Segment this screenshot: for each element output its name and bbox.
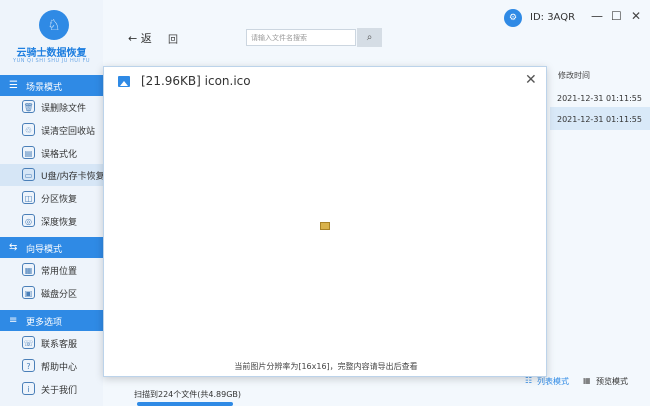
- recycle-icon: ♲: [22, 123, 35, 136]
- trash-icon: 🗑: [22, 100, 35, 113]
- table-cell-modified: 2021-12-31 01:11:55: [557, 115, 642, 124]
- nav-item-help-center[interactable]: ? 帮助中心: [0, 355, 103, 377]
- search-icon[interactable]: ⌕: [357, 28, 382, 47]
- list-icon: ☰: [9, 80, 18, 91]
- knight-logo-icon: ♘: [39, 10, 69, 40]
- sidebar: ♘ 云骑士数据恢复 YUN QI SHI SHU JU HUI FU ☰ 场景模…: [0, 0, 105, 406]
- image-preview-dialog: [21.96KB] icon.ico ✕ 当前图片分辨率为[16x16]，完整内…: [103, 66, 547, 377]
- nav-label: U盘/内存卡恢复: [41, 172, 105, 182]
- nav-label: 帮助中心: [41, 363, 78, 373]
- image-icon: [118, 76, 130, 87]
- nav-label: 误格式化: [41, 150, 78, 160]
- search-input[interactable]: 请输入文件名搜索: [246, 29, 356, 46]
- disk-icon: ▣: [22, 286, 35, 299]
- list-mode-button[interactable]: 列表模式: [537, 376, 569, 387]
- search-placeholder: 请输入文件名搜索: [251, 34, 307, 42]
- column-header-modified[interactable]: 修改时间: [558, 70, 590, 81]
- location-icon: ▦: [22, 263, 35, 276]
- format-icon: ▤: [22, 146, 35, 159]
- resolution-note: 当前图片分辨率为[16x16]，完整内容请导出后查看: [234, 362, 418, 371]
- nav-item-recycle-bin[interactable]: ♲ 误清空回收站: [0, 119, 103, 141]
- minimize-button[interactable]: —: [591, 9, 603, 23]
- section-wizard-mode[interactable]: ⇆ 向导模式: [0, 237, 103, 258]
- nav-item-common-locations[interactable]: ▦ 常用位置: [0, 259, 103, 281]
- preview-mode-button[interactable]: 预览模式: [596, 376, 628, 387]
- phone-icon: ☏: [22, 336, 35, 349]
- nav-label: 分区恢复: [41, 195, 78, 205]
- preview-view-icon[interactable]: ▦: [583, 376, 591, 385]
- wizard-icon: ⇆: [9, 242, 18, 253]
- nav-label: 磁盘分区: [41, 290, 78, 300]
- nav-item-usb-card[interactable]: ▭ U盘/内存卡恢复: [0, 164, 105, 186]
- back-button[interactable]: ← 返: [128, 30, 152, 46]
- preview-image: [320, 222, 330, 230]
- nav-item-about-us[interactable]: i 关于我们: [0, 378, 103, 400]
- usb-drive-icon: ▭: [22, 168, 35, 181]
- nav-item-disk-partitions[interactable]: ▣ 磁盘分区: [0, 282, 103, 304]
- nav-item-deleted-files[interactable]: 🗑 误删除文件: [0, 96, 103, 118]
- nav-item-deep-recovery[interactable]: ◎ 深度恢复: [0, 210, 103, 232]
- list-view-icon[interactable]: ☷: [525, 376, 532, 385]
- nav-label: 联系客服: [41, 340, 78, 350]
- user-avatar-icon[interactable]: ⚙: [504, 9, 522, 27]
- section-more-options[interactable]: ≡ 更多选项: [0, 310, 103, 331]
- section-label: 更多选项: [26, 318, 63, 328]
- deep-scan-icon: ◎: [22, 214, 35, 227]
- nav-label: 深度恢复: [41, 218, 78, 228]
- section-label: 场景模式: [26, 83, 63, 93]
- close-window-button[interactable]: ✕: [631, 9, 641, 23]
- section-scene-mode[interactable]: ☰ 场景模式: [0, 75, 103, 96]
- partition-icon: ◫: [22, 191, 35, 204]
- recover-button[interactable]: [137, 402, 233, 406]
- app-logo: ♘ 云骑士数据恢复 YUN QI SHI SHU JU HUI FU: [0, 0, 103, 72]
- table-cell-modified: 2021-12-31 01:11:55: [557, 94, 642, 103]
- nav-label: 关于我们: [41, 386, 78, 396]
- dialog-title: [21.96KB] icon.ico: [141, 74, 251, 88]
- user-id: ID: 3AQR: [530, 12, 576, 23]
- info-icon: i: [22, 382, 35, 395]
- section-label: 向导模式: [26, 245, 63, 255]
- nav-label: 误删除文件: [41, 104, 87, 114]
- dialog-close-button[interactable]: ✕: [525, 72, 537, 88]
- maximize-button[interactable]: ☐: [611, 9, 622, 23]
- nav-item-format[interactable]: ▤ 误格式化: [0, 142, 103, 164]
- nav-item-partition-recovery[interactable]: ◫ 分区恢复: [0, 187, 103, 209]
- help-icon: ?: [22, 359, 35, 372]
- nav-label: 常用位置: [41, 267, 78, 277]
- scan-status: 扫描到224个文件(共4.89GB): [134, 390, 242, 399]
- menu-icon: ≡: [9, 315, 18, 326]
- home-button[interactable]: 回: [168, 31, 178, 46]
- nav-item-contact-support[interactable]: ☏ 联系客服: [0, 332, 103, 354]
- app-title: 云骑士数据恢复: [16, 48, 87, 59]
- app-subtitle: YUN QI SHI SHU JU HUI FU: [13, 58, 90, 64]
- nav-label: 误清空回收站: [41, 127, 96, 137]
